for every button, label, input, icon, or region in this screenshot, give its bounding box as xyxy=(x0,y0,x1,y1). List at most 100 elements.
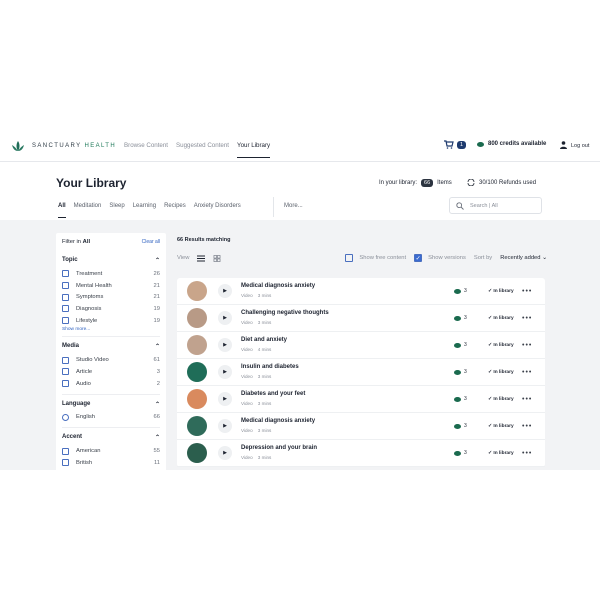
content-title[interactable]: Insulin and diabetes xyxy=(241,364,299,370)
filter-option-checkbox[interactable] xyxy=(62,317,69,325)
play-button[interactable]: ▶ xyxy=(218,365,232,379)
filter-option-radio[interactable] xyxy=(62,413,69,421)
filter-section-title: Topic xyxy=(62,257,78,263)
content-thumbnail[interactable] xyxy=(187,335,207,355)
more-options-icon[interactable]: ••• xyxy=(522,450,532,457)
nav-browse-content[interactable]: Browse Content xyxy=(124,142,168,158)
content-row[interactable]: ▶ Depression and your brain Video 3 mins… xyxy=(177,440,545,467)
filter-option[interactable]: Diagnosis 19 xyxy=(62,303,160,315)
filter-option-checkbox[interactable] xyxy=(62,447,69,455)
content-title[interactable]: Diabetes and your feet xyxy=(241,391,305,397)
more-options-icon[interactable]: ••• xyxy=(522,288,532,295)
play-button[interactable]: ▶ xyxy=(218,284,232,298)
show-versions-checkbox[interactable]: ✓ xyxy=(414,254,423,262)
content-meta: Video 4 mins xyxy=(241,347,272,352)
filter-option[interactable]: Treatment 26 xyxy=(62,268,160,280)
credit-coin-icon xyxy=(454,369,461,375)
play-button[interactable]: ▶ xyxy=(218,311,232,325)
filter-option-checkbox[interactable] xyxy=(62,293,69,301)
content-thumbnail[interactable] xyxy=(187,443,207,463)
filter-option[interactable]: Article 3 xyxy=(62,366,160,378)
category-tabs: All Meditation Sleep Learning Recipes An… xyxy=(58,203,241,218)
show-free-checkbox[interactable] xyxy=(345,254,354,262)
filter-option[interactable]: British 11 xyxy=(62,457,160,469)
play-button[interactable]: ▶ xyxy=(218,338,232,352)
filter-option[interactable]: English 66 xyxy=(62,412,160,424)
content-thumbnail[interactable] xyxy=(187,416,207,436)
play-button[interactable]: ▶ xyxy=(218,419,232,433)
filter-option-checkbox[interactable] xyxy=(62,270,69,278)
sort-select[interactable]: Recently added ⌄ xyxy=(500,255,547,261)
show-more-link[interactable]: Show more... xyxy=(62,327,160,332)
filter-option-label: American xyxy=(76,448,101,455)
content-title[interactable]: Medical diagnosis anxiety xyxy=(241,283,315,289)
filter-option[interactable]: Studio Video 61 xyxy=(62,354,160,366)
tab-sleep[interactable]: Sleep xyxy=(109,203,124,218)
tab-anxiety-disorders[interactable]: Anxiety Disorders xyxy=(194,203,241,218)
content-title[interactable]: Diet and anxiety xyxy=(241,337,287,343)
filter-option[interactable]: Symptoms 21 xyxy=(62,291,160,303)
content-credits: 3 xyxy=(454,288,467,294)
content-row[interactable]: ▶ Insulin and diabetes Video 3 mins 3 ✓ … xyxy=(177,359,545,386)
more-options-icon[interactable]: ••• xyxy=(522,396,532,403)
content-title[interactable]: Depression and your brain xyxy=(241,445,317,451)
credit-coin-icon xyxy=(454,423,461,429)
list-view-icon[interactable] xyxy=(197,255,206,262)
content-thumbnail[interactable] xyxy=(187,362,207,382)
content-row[interactable]: ▶ Medical diagnosis anxiety Video 3 mins… xyxy=(177,413,545,440)
filter-option[interactable]: Lifestyle 19 xyxy=(62,315,160,327)
clear-all-link[interactable]: Clear all xyxy=(142,239,160,245)
filter-option[interactable]: Audio 2 xyxy=(62,378,160,390)
play-button[interactable]: ▶ xyxy=(218,446,232,460)
more-options-icon[interactable]: ••• xyxy=(522,423,532,430)
content-credits: 3 xyxy=(454,342,467,348)
content-thumbnail[interactable] xyxy=(187,389,207,409)
content-title[interactable]: Medical diagnosis anxiety xyxy=(241,418,315,424)
filter-option[interactable]: American 55 xyxy=(62,445,160,457)
filter-option-checkbox[interactable] xyxy=(62,305,69,313)
cart-button[interactable]: 1 xyxy=(444,140,467,149)
filter-section-header[interactable]: Media ⌃ xyxy=(62,343,160,350)
content-title[interactable]: Challenging negative thoughts xyxy=(241,310,329,316)
content-row[interactable]: ▶ Challenging negative thoughts Video 3 … xyxy=(177,305,545,332)
filter-option-checkbox[interactable] xyxy=(62,380,69,388)
user-menu[interactable]: Log out xyxy=(560,140,589,149)
filter-option-checkbox[interactable] xyxy=(62,356,69,364)
filter-section-header[interactable]: Topic ⌃ xyxy=(62,257,160,264)
more-options-icon[interactable]: ••• xyxy=(522,369,532,376)
logout-link[interactable]: Log out xyxy=(571,143,589,149)
more-options-icon[interactable]: ••• xyxy=(522,342,532,349)
filter-option-checkbox[interactable] xyxy=(62,282,69,290)
content-credits: 3 xyxy=(454,396,467,402)
brand-logo[interactable]: SANCTUARY HEALTH xyxy=(10,138,116,154)
filter-option-checkbox[interactable] xyxy=(62,368,69,376)
content-row[interactable]: ▶ Diabetes and your feet Video 3 mins 3 … xyxy=(177,386,545,413)
filter-option-checkbox[interactable] xyxy=(62,459,69,467)
tab-meditation[interactable]: Meditation xyxy=(74,203,102,218)
content-row[interactable]: ▶ Diet and anxiety Video 4 mins 3 ✓ In l… xyxy=(177,332,545,359)
grid-view-icon[interactable] xyxy=(213,254,221,262)
show-free-toggle[interactable]: Show free content xyxy=(345,254,406,262)
nav-suggested-content[interactable]: Suggested Content xyxy=(176,142,229,158)
show-versions-toggle[interactable]: ✓ Show versions xyxy=(414,254,466,262)
filter-section-header[interactable]: Language ⌃ xyxy=(62,401,160,408)
tab-learning[interactable]: Learning xyxy=(133,203,156,218)
filter-option-count: 11 xyxy=(153,459,160,466)
search-placeholder: Search | All xyxy=(470,202,498,209)
search-input[interactable]: Search | All xyxy=(449,197,542,214)
nav-your-library[interactable]: Your Library xyxy=(237,142,271,158)
tab-recipes[interactable]: Recipes xyxy=(164,203,186,218)
tab-all[interactable]: All xyxy=(58,203,66,218)
filter-section-header[interactable]: Accent ⌃ xyxy=(62,434,160,441)
play-button[interactable]: ▶ xyxy=(218,392,232,406)
content-thumbnail[interactable] xyxy=(187,281,207,301)
filter-heading: Filter in All xyxy=(62,239,91,245)
content-thumbnail[interactable] xyxy=(187,308,207,328)
cart-count-badge: 1 xyxy=(457,140,467,149)
content-row[interactable]: ▶ Medical diagnosis anxiety Video 3 mins… xyxy=(177,278,545,305)
check-icon: ✓ xyxy=(488,288,493,294)
filter-option[interactable]: Mental Health 21 xyxy=(62,280,160,292)
tab-more[interactable]: More... xyxy=(284,203,303,209)
play-icon: ▶ xyxy=(223,342,227,348)
more-options-icon[interactable]: ••• xyxy=(522,315,532,322)
